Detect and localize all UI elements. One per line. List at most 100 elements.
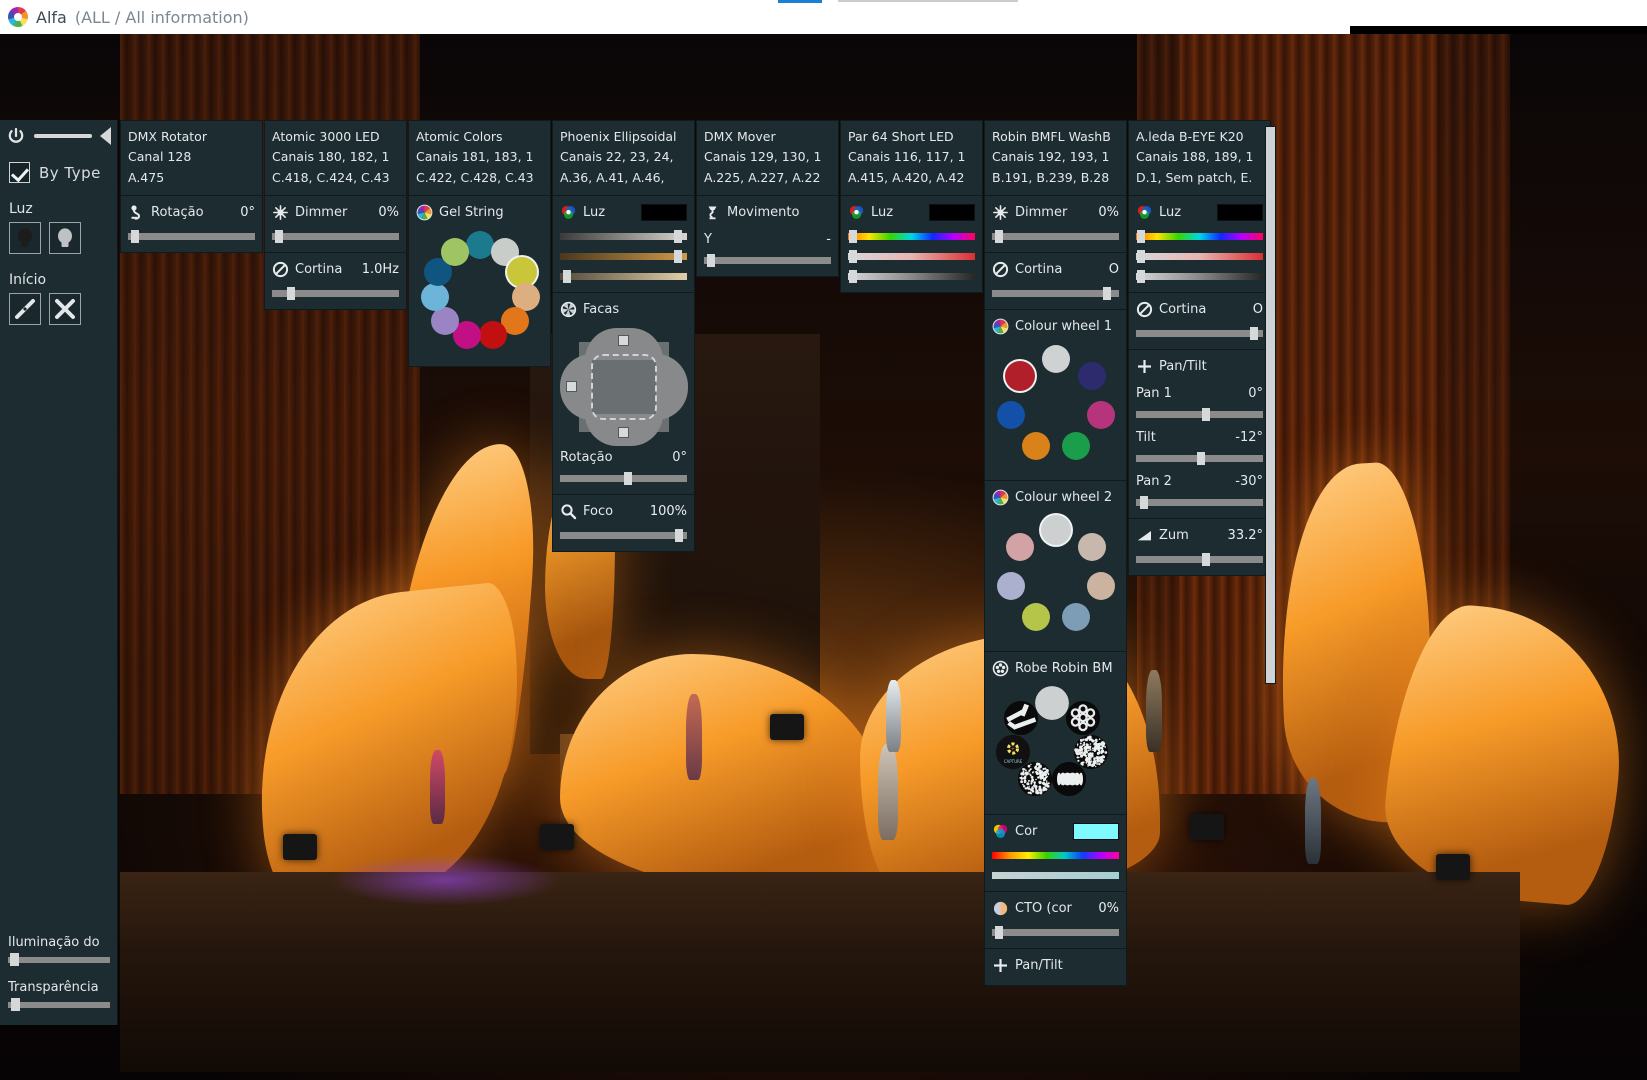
slider-knob[interactable] bbox=[674, 250, 682, 263]
control-slider[interactable] bbox=[704, 254, 831, 267]
slider-knob[interactable] bbox=[1137, 230, 1145, 243]
color-swatch-option[interactable] bbox=[1006, 533, 1034, 561]
color-swatch-option[interactable] bbox=[421, 283, 449, 311]
control-slider[interactable] bbox=[992, 230, 1119, 243]
color-picker-wheel[interactable] bbox=[992, 341, 1120, 469]
color-swatch-option[interactable] bbox=[507, 257, 537, 287]
fixture-header[interactable]: DMX Mover Canais 129, 130, 1 A.225, A.22… bbox=[696, 120, 839, 196]
by-type-checkbox-row[interactable]: By Type bbox=[0, 152, 117, 183]
color-picker-wheel[interactable] bbox=[416, 227, 544, 355]
slider-knob[interactable] bbox=[1140, 496, 1148, 509]
control-slider[interactable] bbox=[560, 529, 687, 542]
color-swatch-option[interactable] bbox=[1087, 401, 1115, 429]
fixture-header[interactable]: Robin BMFL WashB Canais 192, 193, 1 B.19… bbox=[984, 120, 1127, 196]
color-swatch-option[interactable] bbox=[1041, 515, 1071, 545]
fixture-header[interactable]: Par 64 Short LED Canais 116, 117, 1 A.41… bbox=[840, 120, 983, 196]
rail-master-slider[interactable] bbox=[34, 134, 92, 138]
by-type-checkbox[interactable] bbox=[9, 162, 30, 183]
shutter-handle-top[interactable] bbox=[618, 335, 629, 346]
slider-knob[interactable] bbox=[1250, 327, 1258, 340]
slider-knob[interactable] bbox=[707, 254, 715, 267]
color-swatch-option[interactable] bbox=[479, 321, 507, 349]
control-slider[interactable] bbox=[1136, 230, 1263, 243]
rotation-slider[interactable] bbox=[560, 472, 687, 485]
slider-knob[interactable] bbox=[674, 230, 682, 243]
fixture-header[interactable]: Atomic 3000 LED Canais 180, 182, 1 C.418… bbox=[264, 120, 407, 196]
slider-knob[interactable] bbox=[675, 529, 683, 542]
tab-indicator-active[interactable] bbox=[778, 0, 822, 3]
shutter-flap-right[interactable] bbox=[656, 354, 688, 420]
color-swatch-option[interactable] bbox=[1087, 572, 1115, 600]
gobo-option-blank[interactable] bbox=[1035, 686, 1069, 720]
iluminacao-slider[interactable] bbox=[8, 953, 110, 966]
control-slider[interactable] bbox=[560, 250, 687, 263]
fixture-header[interactable]: DMX Rotator Canal 128 A.475 bbox=[120, 120, 263, 196]
slider-knob[interactable] bbox=[1202, 408, 1210, 421]
slider-knob[interactable] bbox=[849, 270, 857, 283]
slider-knob[interactable] bbox=[1197, 452, 1205, 465]
control-slider[interactable] bbox=[1136, 553, 1263, 566]
power-icon[interactable] bbox=[6, 126, 26, 146]
axis-slider[interactable] bbox=[1136, 452, 1263, 465]
slider-knob[interactable] bbox=[10, 953, 19, 966]
color-swatch-option[interactable] bbox=[1078, 533, 1106, 561]
control-slider[interactable] bbox=[128, 230, 255, 243]
tab-indicator-secondary[interactable] bbox=[838, 0, 1018, 2]
collapse-left-icon[interactable] bbox=[100, 127, 111, 145]
shutter-handle-left[interactable] bbox=[566, 381, 577, 392]
slider-knob[interactable] bbox=[275, 230, 283, 243]
control-slider[interactable] bbox=[272, 287, 399, 300]
gobo-option-rings[interactable] bbox=[1066, 701, 1100, 735]
slider-knob[interactable] bbox=[1202, 553, 1210, 566]
control-slider[interactable] bbox=[1136, 250, 1263, 263]
fixture-header[interactable]: Atomic Colors Canais 181, 183, 1 C.422, … bbox=[408, 120, 551, 196]
slider-knob[interactable] bbox=[849, 230, 857, 243]
gobo-option-speckle[interactable] bbox=[1018, 762, 1052, 796]
color-preview-swatch[interactable] bbox=[1217, 204, 1263, 221]
control-slider[interactable] bbox=[560, 270, 687, 283]
color-swatch-option[interactable] bbox=[441, 238, 469, 266]
control-slider[interactable] bbox=[1136, 270, 1263, 283]
control-slider[interactable] bbox=[992, 287, 1119, 300]
slider-knob[interactable] bbox=[995, 926, 1003, 939]
gobo-option-ellipses[interactable] bbox=[1052, 762, 1086, 796]
color-swatch-option[interactable] bbox=[1078, 362, 1106, 390]
color-preview-swatch[interactable] bbox=[1073, 823, 1119, 840]
color-swatch-option[interactable] bbox=[1062, 603, 1090, 631]
slider-knob[interactable] bbox=[131, 230, 139, 243]
control-slider[interactable] bbox=[848, 250, 975, 263]
transparencia-slider[interactable] bbox=[8, 998, 110, 1011]
slider-knob[interactable] bbox=[624, 472, 632, 485]
shutter-blade-control[interactable] bbox=[560, 328, 688, 446]
slider-knob[interactable] bbox=[1137, 270, 1145, 283]
slider-knob[interactable] bbox=[287, 287, 295, 300]
control-slider[interactable] bbox=[1136, 327, 1263, 340]
color-swatch-option[interactable] bbox=[431, 307, 459, 335]
control-slider[interactable] bbox=[272, 230, 399, 243]
beam-tool-icon[interactable] bbox=[9, 293, 41, 325]
color-swatch-option[interactable] bbox=[1042, 345, 1070, 373]
control-slider[interactable] bbox=[560, 230, 687, 243]
axis-slider[interactable] bbox=[1136, 496, 1263, 509]
fixture-header[interactable]: Phoenix Ellipsoidal Canais 22, 23, 24, A… bbox=[552, 120, 695, 196]
control-slider[interactable] bbox=[848, 270, 975, 283]
control-slider[interactable] bbox=[992, 869, 1119, 882]
color-swatch-option[interactable] bbox=[997, 572, 1025, 600]
color-swatch-option[interactable] bbox=[997, 401, 1025, 429]
bulb-on-icon[interactable] bbox=[49, 222, 81, 254]
slider-knob[interactable] bbox=[849, 250, 857, 263]
color-preview-swatch[interactable] bbox=[641, 204, 687, 221]
color-swatch-option[interactable] bbox=[1062, 432, 1090, 460]
slider-knob[interactable] bbox=[1103, 287, 1111, 300]
gobo-picker-wheel[interactable]: CAPTURE bbox=[992, 683, 1120, 803]
color-preview-swatch[interactable] bbox=[929, 204, 975, 221]
fixture-header[interactable]: A.leda B-EYE K20 Canais 188, 189, 1 D.1,… bbox=[1128, 120, 1271, 196]
control-slider[interactable] bbox=[848, 230, 975, 243]
slider-knob[interactable] bbox=[995, 230, 1003, 243]
gobo-option-capture-logo[interactable]: CAPTURE bbox=[996, 735, 1030, 769]
slider-knob[interactable] bbox=[563, 270, 571, 283]
control-slider[interactable] bbox=[992, 849, 1119, 862]
gobo-option-stripes[interactable] bbox=[1004, 701, 1038, 735]
color-swatch-option[interactable] bbox=[1022, 603, 1050, 631]
slider-knob[interactable] bbox=[1137, 250, 1145, 263]
